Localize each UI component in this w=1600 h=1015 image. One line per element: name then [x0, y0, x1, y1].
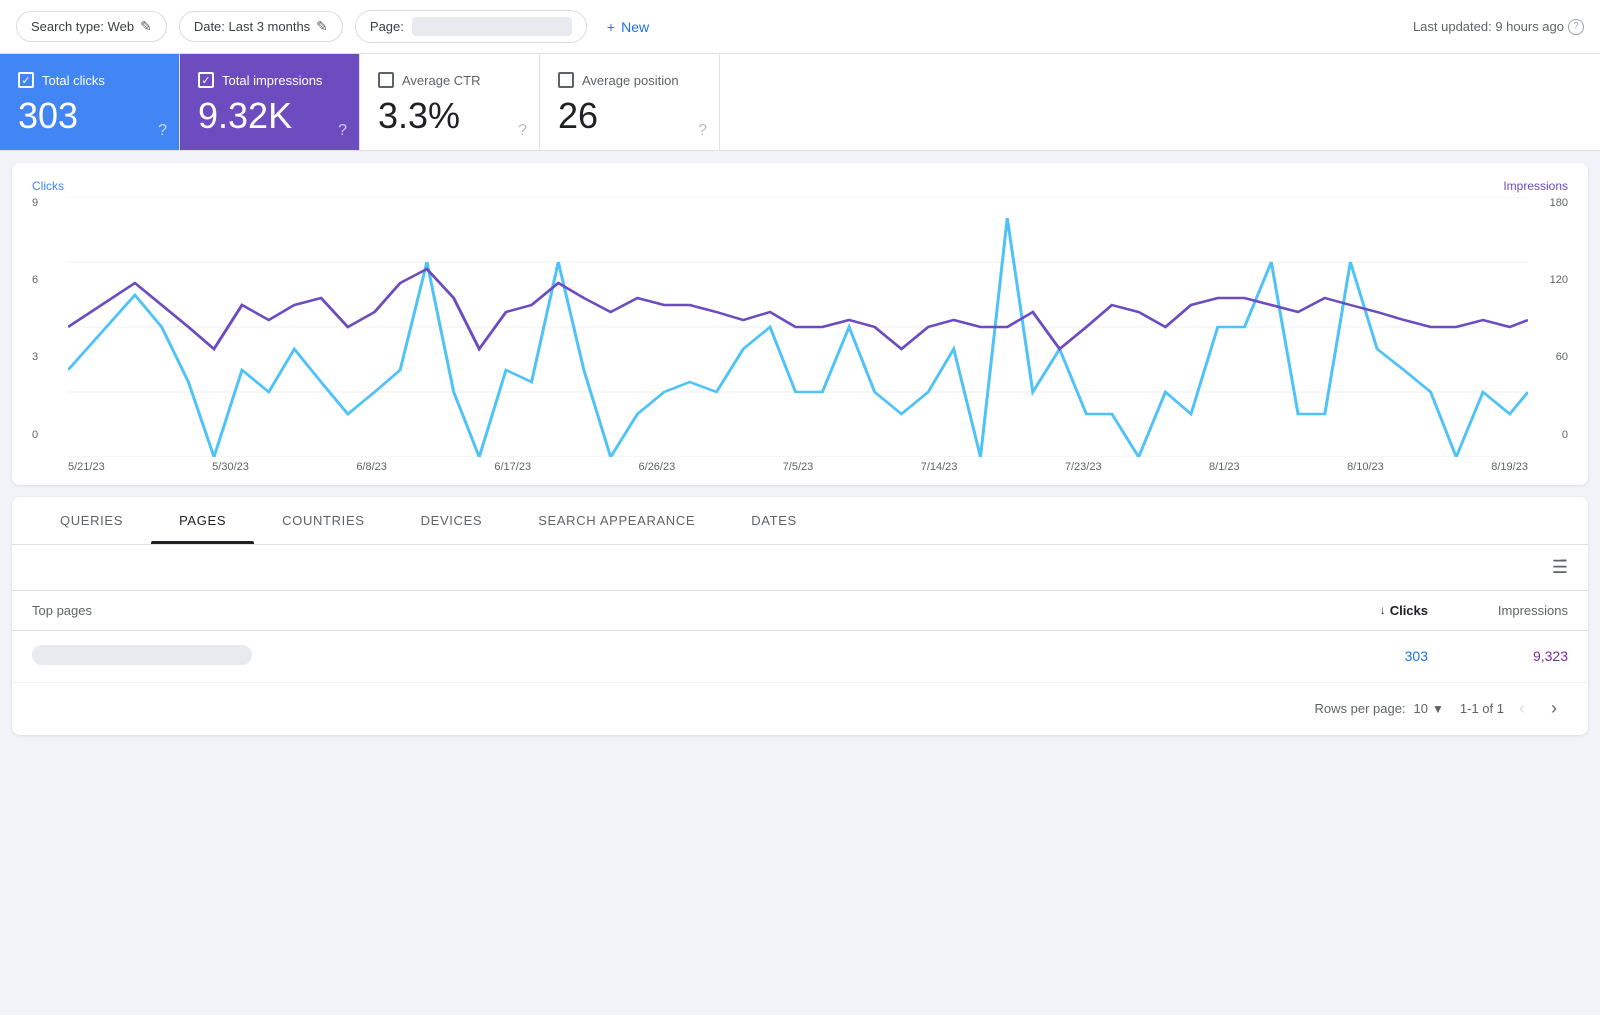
average-ctr-help-icon[interactable]: ?: [518, 122, 527, 140]
metric-average-position-header: Average position: [558, 72, 695, 88]
metrics-row: Total clicks 303 ? Total impressions 9.3…: [0, 54, 1600, 151]
plus-icon: +: [607, 19, 615, 35]
chart-area: 9 6 3 0 180 120 60 0 5/21/23 5: [32, 197, 1568, 473]
tab-devices[interactable]: DEVICES: [393, 497, 511, 544]
new-button[interactable]: + New: [599, 13, 657, 41]
page-filter: Page:: [355, 10, 587, 43]
tabs-row: QUERIES PAGES COUNTRIES DEVICES SEARCH A…: [12, 497, 1588, 545]
total-impressions-help-icon[interactable]: ?: [338, 122, 347, 140]
table-col-pages-header: Top pages: [32, 603, 1308, 618]
metric-total-clicks-header: Total clicks: [18, 72, 155, 88]
total-clicks-checkbox[interactable]: [18, 72, 34, 88]
filter-icon-button[interactable]: ☰̄: [1552, 557, 1568, 578]
average-ctr-value: 3.3%: [378, 96, 515, 136]
metric-total-impressions[interactable]: Total impressions 9.32K ?: [180, 54, 360, 150]
new-button-label: New: [621, 19, 649, 35]
page-filter-label: Page:: [370, 19, 404, 34]
chart-container: Clicks Impressions 9 6 3 0 180 120 60 0: [12, 163, 1588, 485]
total-impressions-checkbox[interactable]: [198, 72, 214, 88]
table-cell-url[interactable]: [32, 645, 1308, 668]
url-placeholder: [32, 645, 252, 665]
table-col-clicks-header: ↓ Clicks: [1308, 603, 1428, 618]
total-clicks-help-icon[interactable]: ?: [158, 122, 167, 140]
filter-row: ☰̄: [12, 545, 1588, 591]
average-position-checkbox[interactable]: [558, 72, 574, 88]
average-position-label: Average position: [582, 73, 679, 88]
impressions-line: [68, 269, 1528, 349]
rows-per-page: Rows per page: 10 ▼: [1314, 701, 1443, 716]
rows-per-page-label: Rows per page:: [1314, 701, 1405, 716]
line-chart: [68, 197, 1528, 457]
tab-countries[interactable]: COUNTRIES: [254, 497, 392, 544]
top-bar: Search type: Web ✎ Date: Last 3 months ✎…: [0, 0, 1600, 54]
total-impressions-label: Total impressions: [222, 73, 322, 88]
x-axis: 5/21/23 5/30/23 6/8/23 6/17/23 6/26/23 7…: [68, 461, 1528, 473]
search-type-edit-icon[interactable]: ✎: [140, 18, 152, 35]
chart-left-axis-label: Clicks: [32, 179, 64, 193]
y-axis-right: 180 120 60 0: [1550, 197, 1568, 441]
metric-total-impressions-header: Total impressions: [198, 72, 335, 88]
tab-search-appearance[interactable]: SEARCH APPEARANCE: [510, 497, 723, 544]
tab-dates[interactable]: DATES: [723, 497, 825, 544]
table-cell-impressions: 9,323: [1428, 648, 1568, 664]
table-header: Top pages ↓ Clicks Impressions: [12, 591, 1588, 631]
tabs-section: QUERIES PAGES COUNTRIES DEVICES SEARCH A…: [12, 497, 1588, 735]
search-type-filter[interactable]: Search type: Web ✎: [16, 11, 167, 42]
date-edit-icon[interactable]: ✎: [316, 18, 328, 35]
average-position-help-icon[interactable]: ?: [698, 122, 707, 140]
rows-per-page-value: 10: [1414, 701, 1428, 716]
search-type-label: Search type: Web: [31, 19, 134, 34]
metric-average-ctr-header: Average CTR: [378, 72, 515, 88]
metric-total-clicks[interactable]: Total clicks 303 ?: [0, 54, 180, 150]
total-clicks-value: 303: [18, 96, 155, 136]
next-page-button[interactable]: ›: [1540, 695, 1568, 723]
clicks-line: [68, 218, 1528, 457]
date-label: Date: Last 3 months: [194, 19, 310, 34]
chart-right-axis-label: Impressions: [1503, 179, 1568, 193]
table-cell-clicks: 303: [1308, 648, 1428, 664]
date-filter[interactable]: Date: Last 3 months ✎: [179, 11, 343, 42]
average-ctr-checkbox[interactable]: [378, 72, 394, 88]
page-range-text: 1-1 of 1: [1460, 701, 1504, 716]
sort-arrow-icon: ↓: [1380, 603, 1386, 617]
chart-labels-row: Clicks Impressions: [32, 179, 1568, 193]
y-axis-left: 9 6 3 0: [32, 197, 38, 441]
table-row: 303 9,323: [12, 631, 1588, 683]
average-position-value: 26: [558, 96, 695, 136]
table-col-impressions-header: Impressions: [1428, 603, 1568, 618]
total-impressions-value: 9.32K: [198, 96, 335, 136]
last-updated-help-icon[interactable]: ?: [1568, 19, 1584, 35]
metric-average-position[interactable]: Average position 26 ?: [540, 54, 720, 150]
average-ctr-label: Average CTR: [402, 73, 481, 88]
total-clicks-label: Total clicks: [42, 73, 105, 88]
page-filter-input[interactable]: [412, 17, 572, 36]
tab-pages[interactable]: PAGES: [151, 497, 254, 544]
metric-average-ctr[interactable]: Average CTR 3.3% ?: [360, 54, 540, 150]
pagination-row: Rows per page: 10 ▼ 1-1 of 1 ‹ ›: [12, 683, 1588, 735]
last-updated-text: Last updated: 9 hours ago ?: [1413, 19, 1584, 35]
page-navigation: 1-1 of 1 ‹ ›: [1460, 695, 1568, 723]
prev-page-button[interactable]: ‹: [1508, 695, 1536, 723]
rows-per-page-select[interactable]: 10 ▼: [1414, 701, 1444, 716]
rows-per-page-dropdown-icon[interactable]: ▼: [1432, 702, 1444, 716]
tab-queries[interactable]: QUERIES: [32, 497, 151, 544]
